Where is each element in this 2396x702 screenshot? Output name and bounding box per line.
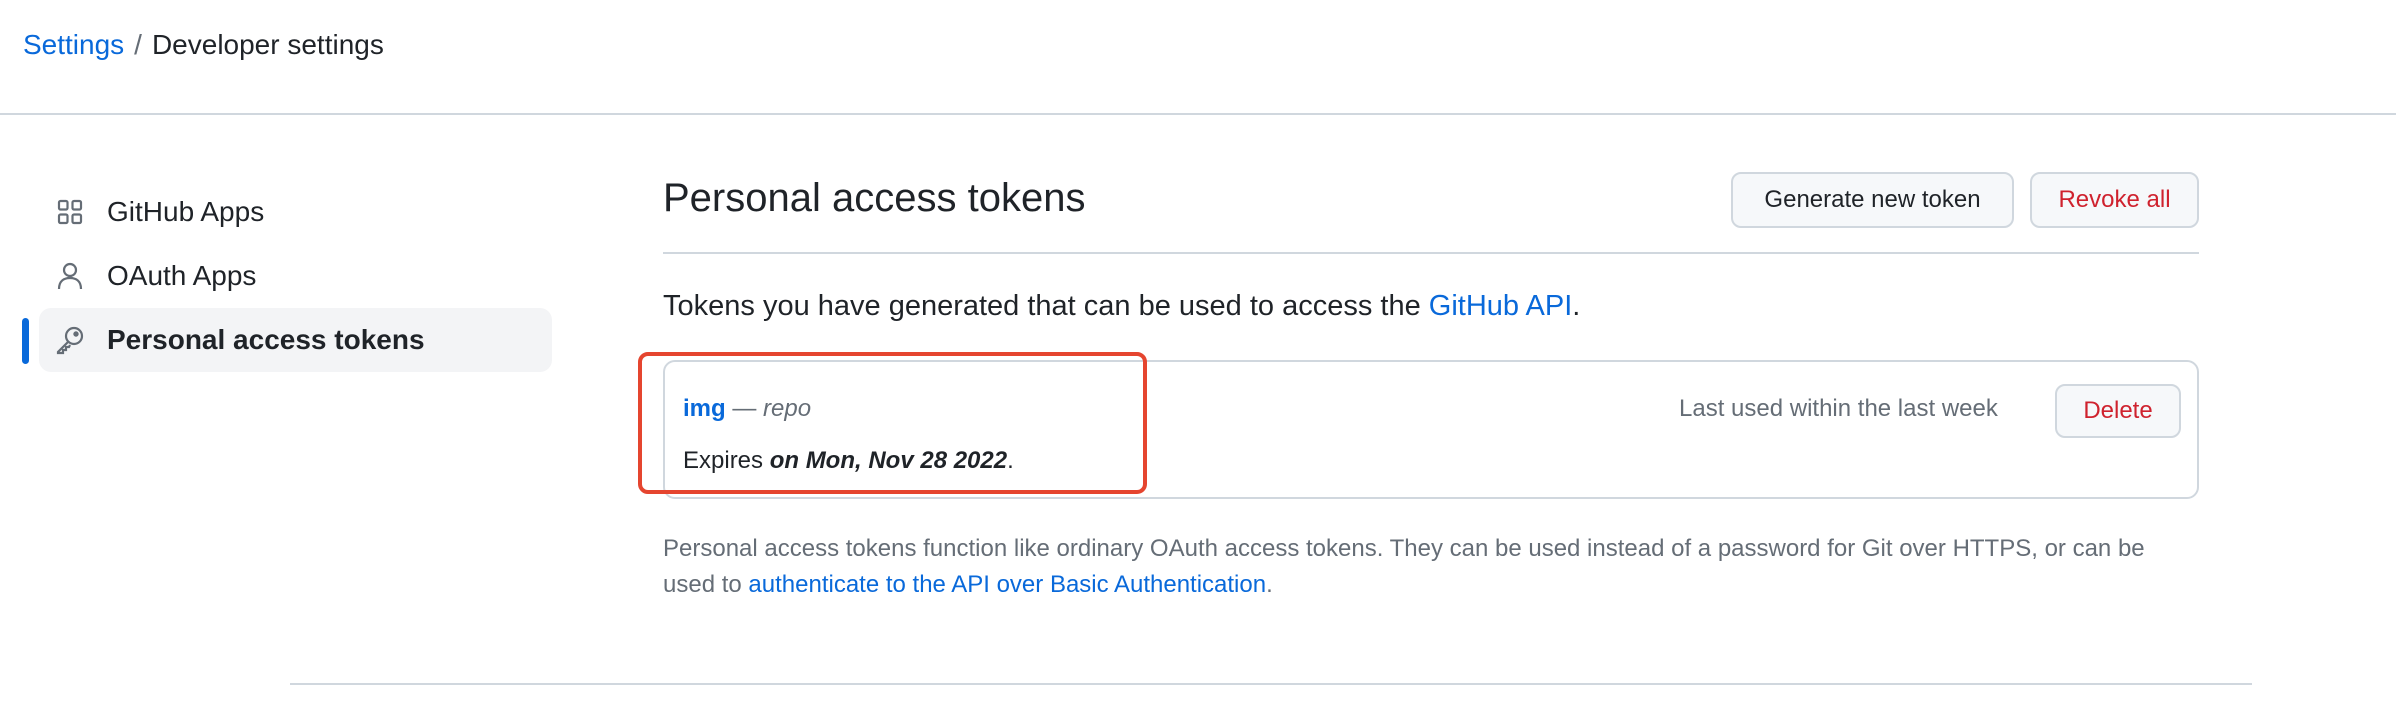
sidebar-item-label: GitHub Apps [107, 196, 265, 227]
intro-text: Tokens you have generated that can be us… [663, 287, 1580, 325]
divider [290, 683, 2252, 685]
sidebar-item-label: Personal access tokens [107, 324, 425, 355]
token-expiration: Expires on Mon, Nov 28 2022. [683, 444, 1014, 478]
revoke-all-button[interactable]: Revoke all [2030, 172, 2199, 228]
sidebar: GitHub Apps OAuth Apps Personal access t… [22, 180, 552, 372]
key-icon [55, 325, 85, 355]
token-list-item: img — repo Expires on Mon, Nov 28 2022. … [638, 352, 2199, 499]
top-bar: Settings / Developer settings [0, 0, 2396, 115]
token-expires-prefix: Expires [683, 447, 770, 474]
basic-auth-link[interactable]: authenticate to the API over Basic Authe… [748, 571, 1266, 598]
footnote-end: . [1266, 571, 1273, 598]
intro-text-end: . [1572, 290, 1581, 322]
breadcrumb-current: Developer settings [151, 29, 384, 60]
delete-token-button[interactable]: Delete [2055, 384, 2181, 438]
github-api-link[interactable]: GitHub API [1429, 290, 1572, 322]
page-header: Personal access tokens Generate new toke… [663, 170, 2199, 254]
sidebar-item-oauth-apps[interactable]: OAuth Apps [22, 244, 552, 308]
active-indicator [22, 318, 29, 364]
token-last-used: Last used within the last week [1679, 395, 1998, 422]
breadcrumb: Settings / Developer settings [23, 26, 384, 64]
footnote: Personal access tokens function like ord… [663, 531, 2203, 603]
token-separator: — [725, 395, 764, 422]
generate-new-token-button[interactable]: Generate new token [1731, 172, 2014, 228]
page-title: Personal access tokens [663, 176, 1086, 220]
token-expires-date: on Mon, Nov 28 2022 [769, 447, 1008, 474]
token-name-link[interactable]: img [683, 395, 726, 422]
sidebar-item-personal-access-tokens[interactable]: Personal access tokens [22, 308, 552, 372]
token-summary: img — repo [683, 392, 811, 426]
sidebar-item-label: OAuth Apps [107, 260, 257, 291]
apps-grid-icon [55, 197, 85, 227]
intro-text-body: Tokens you have generated that can be us… [663, 290, 1429, 322]
sidebar-item-github-apps[interactable]: GitHub Apps [22, 180, 552, 244]
person-icon [55, 261, 85, 291]
token-expires-end: . [1007, 447, 1014, 474]
token-scope: repo [763, 395, 812, 422]
breadcrumb-separator: / [134, 29, 142, 60]
main-content: Personal access tokens Generate new toke… [638, 170, 2199, 598]
breadcrumb-settings-link[interactable]: Settings [23, 29, 124, 60]
